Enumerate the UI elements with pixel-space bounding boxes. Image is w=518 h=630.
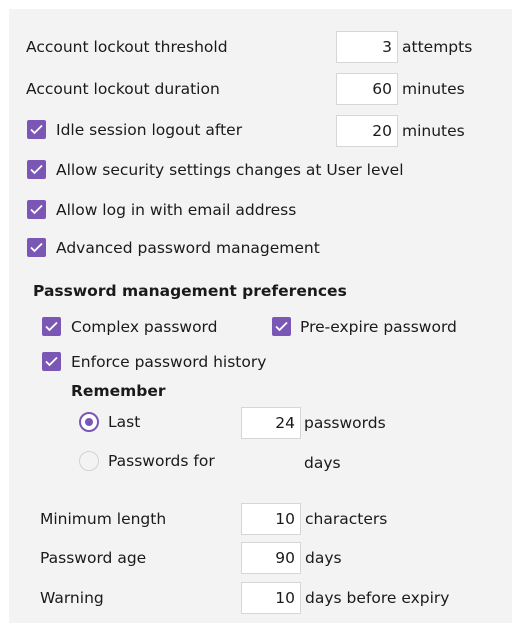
password-age-unit: days (305, 549, 342, 567)
idle-logout-input[interactable]: 20 (336, 115, 398, 147)
lockout-threshold-unit: attempts (402, 38, 473, 56)
idle-logout-label: Idle session logout after (56, 121, 243, 139)
enforce-history-label: Enforce password history (71, 353, 267, 371)
checkmark-icon (45, 321, 58, 332)
lockout-threshold-input[interactable]: 3 (336, 31, 398, 63)
lockout-duration-label: Account lockout duration (26, 80, 220, 98)
last-radio-label: Last (108, 413, 141, 431)
passwords-for-radio[interactable] (79, 451, 99, 471)
min-length-label: Minimum length (40, 510, 167, 528)
checkmark-icon (30, 242, 43, 253)
idle-logout-checkbox[interactable] (27, 120, 46, 139)
allow-email-login-label: Allow log in with email address (56, 201, 297, 219)
lockout-threshold-label: Account lockout threshold (26, 38, 228, 56)
advanced-password-mgmt-checkbox[interactable] (27, 238, 46, 257)
password-prefs-heading: Password management preferences (33, 282, 347, 300)
last-passwords-unit: passwords (304, 414, 386, 432)
passwords-for-unit: days (304, 454, 341, 472)
lockout-duration-input[interactable]: 60 (336, 73, 398, 105)
allow-security-changes-label: Allow security settings changes at User … (56, 161, 404, 179)
checkmark-icon (30, 164, 43, 175)
remember-heading: Remember (71, 382, 166, 400)
min-length-unit: characters (305, 510, 388, 528)
warning-label: Warning (40, 589, 104, 607)
complex-password-checkbox[interactable] (42, 317, 61, 336)
complex-password-label: Complex password (71, 318, 218, 336)
pre-expire-password-label: Pre-expire password (300, 318, 457, 336)
checkmark-icon (30, 204, 43, 215)
lockout-duration-unit: minutes (402, 80, 465, 98)
enforce-history-checkbox[interactable] (42, 352, 61, 371)
min-length-input[interactable]: 10 (241, 503, 301, 535)
warning-input[interactable]: 10 (241, 582, 301, 614)
checkmark-icon (275, 321, 288, 332)
checkmark-icon (45, 356, 58, 367)
security-settings-panel: Account lockout threshold 3 attempts Acc… (9, 9, 512, 623)
pre-expire-password-checkbox[interactable] (272, 317, 291, 336)
checkmark-icon (30, 124, 43, 135)
last-passwords-input[interactable]: 24 (241, 407, 301, 439)
password-age-input[interactable]: 90 (241, 542, 301, 574)
allow-email-login-checkbox[interactable] (27, 200, 46, 219)
password-age-label: Password age (40, 549, 147, 567)
last-radio[interactable] (79, 412, 99, 432)
advanced-password-mgmt-label: Advanced password management (56, 239, 320, 257)
warning-unit: days before expiry (305, 589, 450, 607)
passwords-for-label: Passwords for (108, 452, 215, 470)
idle-logout-unit: minutes (402, 122, 465, 140)
allow-security-changes-checkbox[interactable] (27, 160, 46, 179)
